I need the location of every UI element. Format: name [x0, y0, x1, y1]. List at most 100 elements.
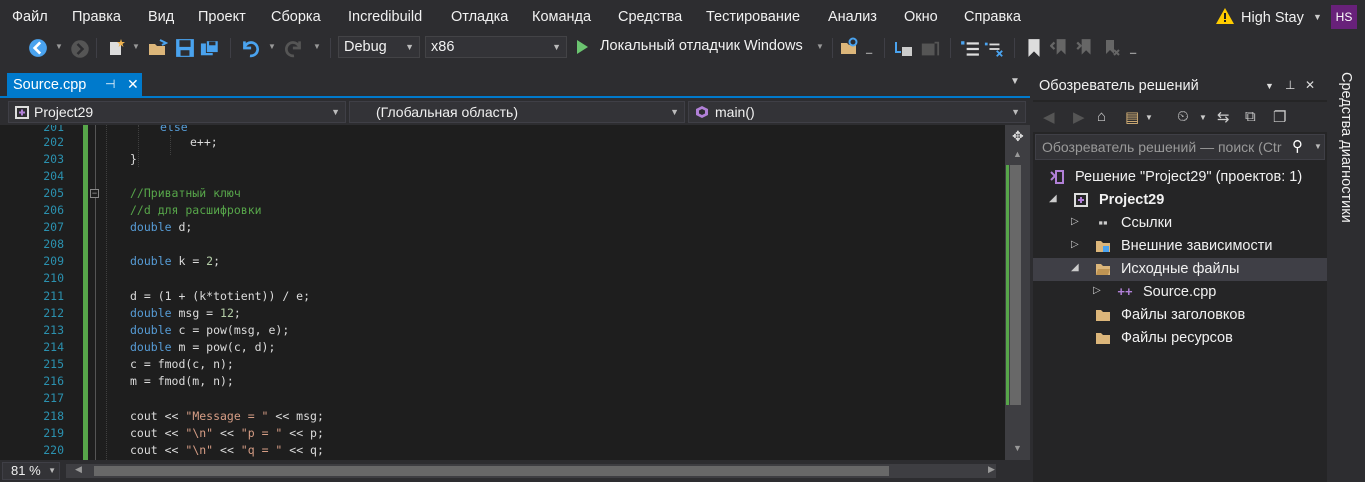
menu-test[interactable]: Тестирование	[706, 9, 800, 25]
forward-icon[interactable]: ▶	[1073, 108, 1085, 126]
menu-incredibuild[interactable]: Incredibuild	[348, 9, 422, 25]
menu-debug[interactable]: Отладка	[451, 9, 508, 25]
forward-icon[interactable]	[70, 39, 90, 59]
configuration-select[interactable]: Debug ▼	[338, 36, 420, 58]
collapsed-icon[interactable]: ▷	[1093, 285, 1101, 296]
code-line: else	[160, 125, 188, 134]
chevron-down-icon[interactable]: ▼	[1145, 113, 1153, 122]
split-editor-icon[interactable]: ✥	[1012, 128, 1024, 145]
references-icon: ▪▪	[1098, 215, 1108, 230]
menu-file[interactable]: Файл	[12, 9, 48, 25]
uncomment-lines-icon[interactable]	[984, 39, 1004, 59]
scroll-up-icon[interactable]: ▲	[1013, 149, 1022, 159]
chevron-down-icon[interactable]: ▼	[132, 42, 140, 51]
expanded-icon[interactable]: ◢	[1071, 262, 1079, 273]
menu-team[interactable]: Команда	[532, 9, 591, 25]
outlining-line	[95, 125, 96, 460]
chevron-down-icon[interactable]: ▼	[1314, 142, 1322, 151]
line-number: 219	[43, 426, 64, 440]
undo-icon[interactable]	[240, 38, 260, 58]
collapsed-icon[interactable]: ▷	[1071, 239, 1079, 250]
member-select[interactable]: main() ▼	[688, 101, 1026, 123]
collapsed-icon[interactable]: ▷	[1071, 216, 1079, 227]
warning-icon[interactable]	[1215, 7, 1235, 25]
pending-changes-icon[interactable]: ⏲	[1177, 108, 1189, 125]
find-in-files-icon[interactable]	[840, 37, 860, 57]
next-bookmark-icon[interactable]	[1075, 38, 1095, 58]
zoom-select[interactable]: 81 % ▼	[2, 462, 60, 480]
tree-item-source-cpp[interactable]: ▷ ++ Source.cpp	[1033, 281, 1327, 304]
show-all-files-icon[interactable]: ❐	[1273, 108, 1286, 126]
chevron-down-icon[interactable]: ▼	[313, 42, 321, 51]
sync-icon[interactable]: ⇆	[1217, 108, 1230, 126]
step-icon[interactable]	[894, 39, 914, 59]
tree-item-resource-files[interactable]: Файлы ресурсов	[1033, 327, 1327, 350]
tree-item-header-files[interactable]: Файлы заголовков	[1033, 304, 1327, 327]
collapse-all-icon[interactable]: ⧉	[1245, 108, 1256, 125]
new-project-icon[interactable]	[106, 37, 126, 57]
scroll-thumb[interactable]	[1010, 165, 1021, 405]
tree-item-references[interactable]: ▷ ▪▪ Ссылки	[1033, 212, 1327, 235]
diagnostic-tools-side-tab[interactable]: Средства диагностики	[1329, 72, 1365, 482]
chevron-down-icon[interactable]: ▼	[55, 42, 63, 51]
open-folder-icon[interactable]	[148, 38, 168, 58]
tree-item-project[interactable]: ◢ Project29	[1033, 189, 1327, 212]
menu-help[interactable]: Справка	[964, 9, 1021, 25]
chevron-down-icon[interactable]: ▼	[268, 42, 276, 51]
chevron-down-icon[interactable]: ▁	[866, 45, 872, 54]
chevron-down-icon[interactable]: ▁	[1130, 45, 1136, 54]
save-all-icon[interactable]	[200, 38, 220, 58]
tree-item-external-deps[interactable]: ▷ Внешние зависимости	[1033, 235, 1327, 258]
back-icon[interactable]	[28, 38, 48, 58]
chevron-down-icon: ▼	[552, 42, 561, 52]
previous-bookmark-icon[interactable]	[1050, 38, 1070, 58]
line-number: 206	[43, 203, 64, 217]
search-icon[interactable]: ⚲	[1292, 137, 1303, 155]
home-icon[interactable]: ⌂	[1097, 108, 1106, 125]
clear-bookmarks-icon[interactable]	[1100, 38, 1120, 58]
menu-analyze[interactable]: Анализ	[828, 9, 877, 25]
global-scope-select[interactable]: (Глобальная область) ▼	[349, 101, 685, 123]
breakpoints-icon[interactable]	[920, 39, 940, 59]
scroll-thumb[interactable]	[94, 466, 889, 476]
project-scope-select[interactable]: Project29 ▼	[8, 101, 346, 123]
tree-item-source-files[interactable]: ◢ Исходные файлы	[1033, 258, 1327, 281]
scroll-right-icon[interactable]: ▶	[988, 464, 995, 475]
chevron-down-icon[interactable]: ▼	[1265, 81, 1274, 91]
menu-window[interactable]: Окно	[904, 9, 938, 25]
close-icon[interactable]: ✕	[1305, 78, 1315, 92]
scroll-left-icon[interactable]: ◀	[75, 464, 82, 475]
play-icon[interactable]	[577, 40, 588, 54]
menu-project[interactable]: Проект	[198, 9, 246, 25]
tree-item-solution[interactable]: Решение "Project29" (проектов: 1)	[1033, 166, 1327, 189]
save-icon[interactable]	[175, 38, 195, 58]
pin-icon[interactable]: ⊥	[1285, 78, 1295, 92]
switch-views-icon[interactable]: ▤	[1125, 108, 1139, 126]
bookmark-icon[interactable]	[1024, 38, 1044, 58]
pin-icon[interactable]: ⊣	[105, 77, 115, 91]
expanded-icon[interactable]: ◢	[1049, 193, 1057, 204]
menu-view[interactable]: Вид	[148, 9, 174, 25]
menu-tools[interactable]: Средства	[618, 9, 682, 25]
avatar[interactable]: HS	[1331, 5, 1357, 29]
chevron-down-icon[interactable]: ▼	[816, 42, 824, 51]
chevron-down-icon[interactable]: ▼	[1199, 113, 1207, 122]
code-editor[interactable]: − 201 202 203 204 205 206 207 208 209 21…	[0, 125, 1030, 460]
close-icon[interactable]: ✕	[127, 76, 139, 93]
horizontal-scrollbar[interactable]	[66, 464, 996, 478]
chevron-down-icon[interactable]: ▼	[1010, 76, 1020, 87]
menu-build[interactable]: Сборка	[271, 9, 321, 25]
comment-lines-icon[interactable]	[960, 39, 980, 59]
tab-source-cpp[interactable]: Source.cpp ⊣ ✕	[7, 73, 142, 98]
redo-icon[interactable]	[284, 38, 304, 58]
chevron-down-icon[interactable]: ▼	[1313, 12, 1322, 22]
scroll-down-icon[interactable]: ▼	[1013, 443, 1022, 453]
vertical-scrollbar[interactable]: ✥ ▲ ▼	[1005, 125, 1030, 460]
solution-search-input[interactable]: Обозреватель решений — поиск (Ctrl+;) ⚲ …	[1035, 134, 1325, 160]
user-name[interactable]: High Stay	[1241, 10, 1304, 26]
start-debugging-button[interactable]: Локальный отладчик Windows	[600, 38, 803, 54]
collapse-icon[interactable]: −	[90, 189, 99, 198]
menu-edit[interactable]: Правка	[72, 9, 121, 25]
back-icon[interactable]: ◀	[1043, 108, 1055, 126]
platform-select[interactable]: x86 ▼	[425, 36, 567, 58]
